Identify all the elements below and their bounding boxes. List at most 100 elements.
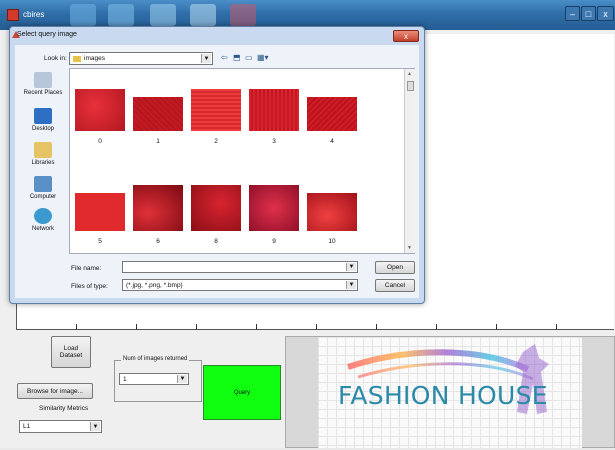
place-recent[interactable]: Recent Places (18, 72, 68, 96)
cancel-button[interactable]: Cancel (375, 279, 415, 292)
back-icon[interactable]: ⇦ (221, 53, 228, 62)
axis-tick (436, 324, 437, 330)
file-name: 0 (98, 138, 102, 145)
file-thumbnail[interactable]: 4 (306, 89, 358, 145)
axis-tick (76, 324, 77, 330)
files-of-type-value: (*.jpg, *.png, *.bmp) (126, 281, 183, 289)
scroll-up-icon[interactable]: ▲ (407, 71, 412, 77)
taskbar-app-icon[interactable] (150, 4, 176, 26)
place-libraries[interactable]: Libraries (18, 142, 68, 166)
file-thumbnail[interactable]: 9 (248, 185, 300, 245)
chevron-down-icon: ▼ (177, 375, 187, 383)
file-thumbnail[interactable]: 8 (190, 185, 242, 245)
file-image (133, 185, 183, 231)
place-label: Desktop (31, 126, 54, 132)
file-name-input[interactable]: ▼ (122, 261, 358, 273)
similarity-metrics-select[interactable]: L1 ▼ (19, 420, 102, 433)
open-button[interactable]: Open (375, 261, 415, 274)
similarity-metrics-label: Similarity Metrics (39, 405, 89, 412)
axis-tick (316, 324, 317, 330)
file-image (307, 97, 357, 131)
file-image (191, 185, 241, 231)
axis-tick (556, 324, 557, 330)
file-thumbnail[interactable]: 1 (132, 89, 184, 145)
file-image (133, 97, 183, 131)
dialog-close-button[interactable]: x (393, 30, 419, 42)
scroll-down-icon[interactable]: ▼ (407, 245, 412, 251)
place-label: Network (31, 226, 54, 232)
file-name: 5 (98, 238, 102, 245)
num-images-select[interactable]: 1 ▼ (119, 373, 189, 385)
taskbar-app-icon[interactable] (70, 4, 96, 26)
taskbar-app-icon[interactable] (108, 4, 134, 26)
file-image (249, 89, 299, 131)
libraries-icon (34, 142, 52, 158)
desktop-icon (34, 108, 52, 124)
chevron-down-icon: ▼ (346, 263, 356, 271)
new-folder-icon[interactable]: ▭ (245, 53, 253, 62)
look-in-select[interactable]: images ▼ (69, 52, 213, 65)
files-of-type-label: Files of type: (71, 283, 108, 290)
file-name: 1 (156, 138, 160, 145)
chevron-down-icon: ▼ (346, 281, 356, 289)
taskbar-app-icon[interactable] (190, 4, 216, 26)
maximize-button[interactable]: □ (581, 6, 596, 21)
place-network[interactable]: Network (18, 208, 68, 232)
minimize-button[interactable]: – (565, 6, 580, 21)
file-name: 9 (272, 238, 276, 245)
axis-tick (136, 324, 137, 330)
place-desktop[interactable]: Desktop (18, 108, 68, 132)
file-name: 8 (214, 238, 218, 245)
scrollbar-thumb[interactable] (407, 81, 414, 91)
recent-places-icon (34, 72, 52, 88)
file-list-scrollbar[interactable]: ▲ ▼ (404, 69, 415, 253)
app-icon (7, 9, 19, 21)
axis-tick (496, 324, 497, 330)
taskbar-app-icon[interactable] (230, 4, 256, 26)
place-label: Computer (29, 194, 57, 200)
up-folder-icon[interactable]: ⬒ (233, 53, 241, 62)
axis-tick (196, 324, 197, 330)
axis-tick (256, 324, 257, 330)
file-image (75, 193, 125, 231)
place-label: Libraries (31, 160, 55, 166)
file-name: 2 (214, 138, 218, 145)
load-dataset-button[interactable]: Load Dataset (51, 336, 91, 368)
chevron-down-icon: ▼ (201, 54, 211, 63)
look-in-value: images (84, 55, 105, 62)
file-name: 4 (330, 138, 334, 145)
similarity-metrics-value: L1 (23, 423, 31, 430)
file-thumbnail[interactable]: 10 (306, 189, 358, 245)
app-title: cbires (23, 10, 45, 19)
file-image (75, 89, 125, 131)
close-button[interactable]: x (597, 6, 614, 21)
file-thumbnail[interactable]: 3 (248, 89, 300, 145)
file-list[interactable]: 0 1 2 3 4 5 6 8 9 10 (69, 68, 415, 254)
places-bar: Recent Places Desktop Libraries Computer… (18, 70, 68, 252)
file-thumbnail[interactable]: 2 (190, 89, 242, 145)
files-of-type-select[interactable]: (*.jpg, *.png, *.bmp) ▼ (122, 279, 358, 291)
browse-image-button[interactable]: Browse for image... (17, 383, 93, 399)
place-computer[interactable]: Computer (18, 176, 68, 200)
dialog-title: Select query image (17, 31, 77, 38)
file-thumbnail[interactable]: 5 (74, 189, 126, 245)
axis-tick (376, 324, 377, 330)
computer-icon (34, 176, 52, 192)
file-image (307, 193, 357, 231)
file-image (249, 185, 299, 231)
chevron-down-icon: ▼ (90, 422, 100, 431)
folder-icon (73, 55, 81, 62)
place-label: Recent Places (23, 90, 63, 96)
query-button[interactable]: Query (203, 365, 281, 420)
view-menu-icon[interactable]: ▦▾ (257, 53, 269, 62)
logo-text: FASHION HOUSE (338, 381, 548, 410)
num-images-legend: Num of images returned (121, 356, 190, 362)
file-image (191, 89, 241, 131)
file-name: 6 (156, 238, 160, 245)
num-images-value: 1 (123, 375, 127, 383)
file-name: 3 (272, 138, 276, 145)
file-thumbnail[interactable]: 6 (132, 185, 184, 245)
file-name-label: File name: (71, 265, 102, 272)
look-in-label: Look in: (44, 55, 67, 62)
file-thumbnail[interactable]: 0 (74, 89, 126, 145)
